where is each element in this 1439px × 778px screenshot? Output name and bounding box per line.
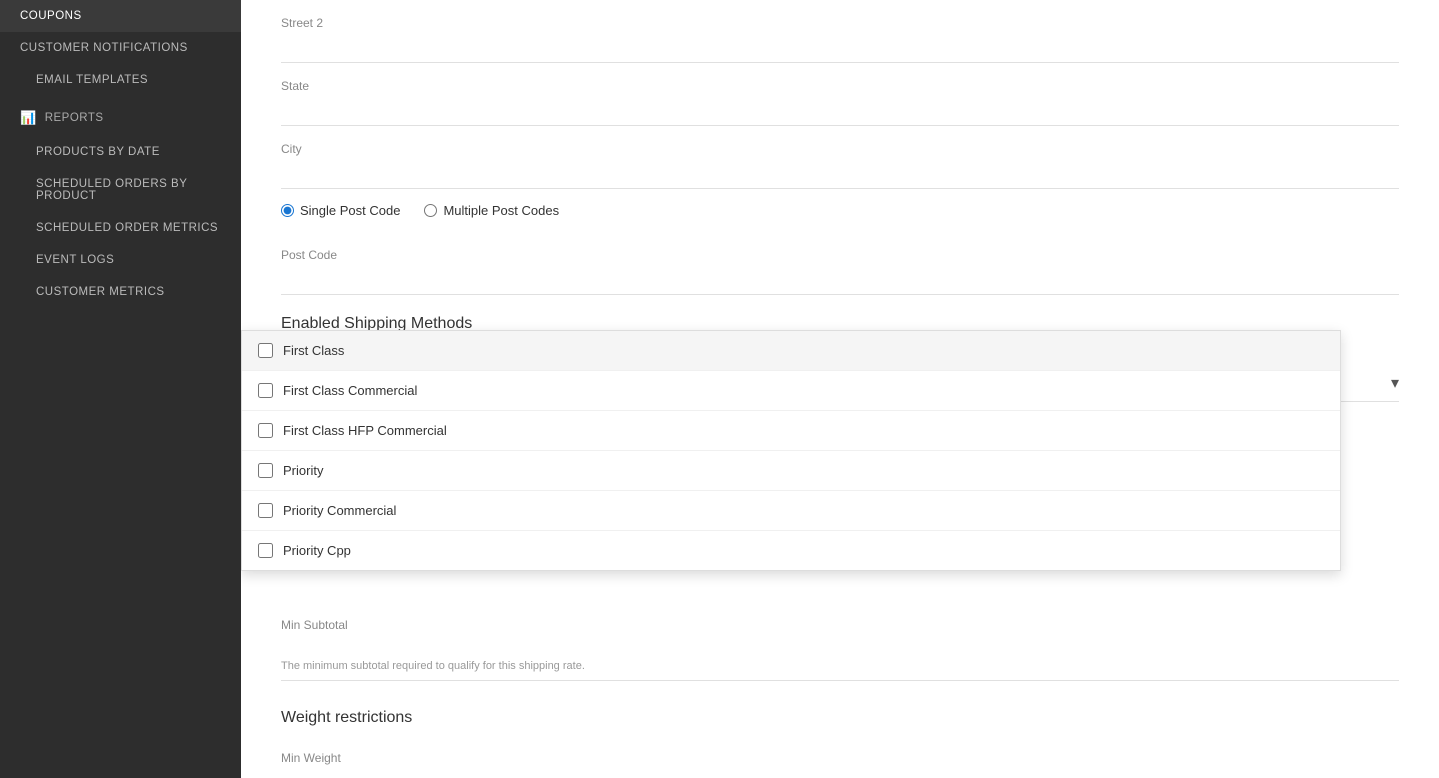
- dropdown-item-priority-cpp[interactable]: Priority Cpp: [242, 531, 1340, 570]
- priority-commercial-label: Priority Commercial: [283, 503, 396, 518]
- state-label: State: [281, 79, 1399, 93]
- priority-label: Priority: [283, 463, 323, 478]
- street2-label: Street 2: [281, 16, 1399, 30]
- sidebar-item-email-templates[interactable]: EMAIL TEMPLATES: [0, 64, 241, 96]
- city-label: City: [281, 142, 1399, 156]
- state-field: State: [281, 63, 1399, 126]
- postcode-type-group: Single Post Code Multiple Post Codes: [281, 189, 1399, 232]
- email-templates-label: EMAIL TEMPLATES: [36, 74, 148, 86]
- products-by-date-label: PRODUCTS BY DATE: [36, 146, 160, 158]
- dropdown-item-priority-commercial[interactable]: Priority Commercial: [242, 491, 1340, 531]
- scheduled-order-metrics-label: SCHEDULED ORDER METRICS: [36, 222, 218, 234]
- coupons-label: COUPONS: [20, 10, 82, 22]
- city-input[interactable]: [281, 160, 1399, 180]
- radio-single-label: Single Post Code: [300, 203, 400, 218]
- checkbox-first-class-commercial[interactable]: [258, 383, 273, 398]
- street2-field: Street 2: [281, 0, 1399, 63]
- sidebar-item-event-logs[interactable]: EVENT LOGS: [0, 244, 241, 276]
- dropdown-item-first-class[interactable]: First Class: [242, 331, 1340, 371]
- min-weight-label: Min Weight: [281, 751, 1399, 765]
- min-subtotal-input[interactable]: [281, 636, 1399, 656]
- radio-multiple-postcodes-input[interactable]: [424, 204, 437, 217]
- postcode-field: Post Code: [281, 232, 1399, 295]
- sidebar-item-reports[interactable]: 📊 REPORTS: [0, 96, 241, 136]
- bar-chart-icon: 📊: [20, 110, 37, 126]
- min-subtotal-label: Min Subtotal: [281, 618, 1399, 632]
- sidebar: COUPONS CUSTOMER NOTIFICATIONS EMAIL TEM…: [0, 0, 241, 778]
- reports-label: REPORTS: [45, 112, 104, 124]
- main-content: Street 2 State City Single Post Code Mul…: [241, 0, 1439, 778]
- checkbox-priority-commercial[interactable]: [258, 503, 273, 518]
- dropdown-item-priority[interactable]: Priority: [242, 451, 1340, 491]
- min-weight-input[interactable]: [281, 769, 1399, 778]
- checkbox-first-class[interactable]: [258, 343, 273, 358]
- weight-restrictions-heading: Weight restrictions: [281, 689, 1399, 735]
- content-area: Street 2 State City Single Post Code Mul…: [241, 0, 1439, 778]
- checkbox-first-class-hfp[interactable]: [258, 423, 273, 438]
- first-class-label: First Class: [283, 343, 344, 358]
- city-field: City: [281, 126, 1399, 189]
- sidebar-item-coupons[interactable]: COUPONS: [0, 0, 241, 32]
- radio-single-postcode[interactable]: Single Post Code: [281, 203, 400, 218]
- checkbox-priority[interactable]: [258, 463, 273, 478]
- priority-cpp-label: Priority Cpp: [283, 543, 351, 558]
- postcode-input[interactable]: [281, 266, 1399, 286]
- chevron-down-icon: ▾: [1391, 373, 1399, 393]
- checkbox-priority-cpp[interactable]: [258, 543, 273, 558]
- sidebar-item-scheduled-order-metrics[interactable]: SCHEDULED ORDER METRICS: [0, 212, 241, 244]
- sidebar-item-products-by-date[interactable]: PRODUCTS BY DATE: [0, 136, 241, 168]
- radio-multiple-postcodes[interactable]: Multiple Post Codes: [424, 203, 559, 218]
- scheduled-orders-by-product-label: SCHEDULED ORDERS BY PRODUCT: [36, 178, 221, 202]
- sidebar-item-scheduled-orders-by-product[interactable]: SCHEDULED ORDERS BY PRODUCT: [0, 168, 241, 212]
- first-class-commercial-label: First Class Commercial: [283, 383, 417, 398]
- sidebar-item-customer-metrics[interactable]: CUSTOMER METRICS: [0, 276, 241, 308]
- min-subtotal-field: Min Subtotal The minimum subtotal requir…: [281, 602, 1399, 681]
- sidebar-item-customer-notifications[interactable]: CUSTOMER NOTIFICATIONS: [0, 32, 241, 64]
- dropdown-item-first-class-commercial[interactable]: First Class Commercial: [242, 371, 1340, 411]
- postcode-label: Post Code: [281, 248, 1399, 262]
- state-input[interactable]: [281, 97, 1399, 117]
- radio-multiple-label: Multiple Post Codes: [443, 203, 559, 218]
- min-weight-field: Min Weight The minimum weight required t…: [281, 735, 1399, 778]
- dropdown-item-first-class-hfp[interactable]: First Class HFP Commercial: [242, 411, 1340, 451]
- event-logs-label: EVENT LOGS: [36, 254, 114, 266]
- street2-input[interactable]: [281, 34, 1399, 54]
- shipping-methods-dropdown: First Class First Class Commercial First…: [241, 330, 1341, 571]
- first-class-hfp-label: First Class HFP Commercial: [283, 423, 447, 438]
- min-subtotal-section: Min Subtotal The minimum subtotal requir…: [281, 602, 1399, 681]
- radio-single-postcode-input[interactable]: [281, 204, 294, 217]
- customer-metrics-label: CUSTOMER METRICS: [36, 286, 165, 298]
- min-subtotal-hint: The minimum subtotal required to qualify…: [281, 660, 1399, 672]
- customer-notifications-label: CUSTOMER NOTIFICATIONS: [20, 42, 188, 54]
